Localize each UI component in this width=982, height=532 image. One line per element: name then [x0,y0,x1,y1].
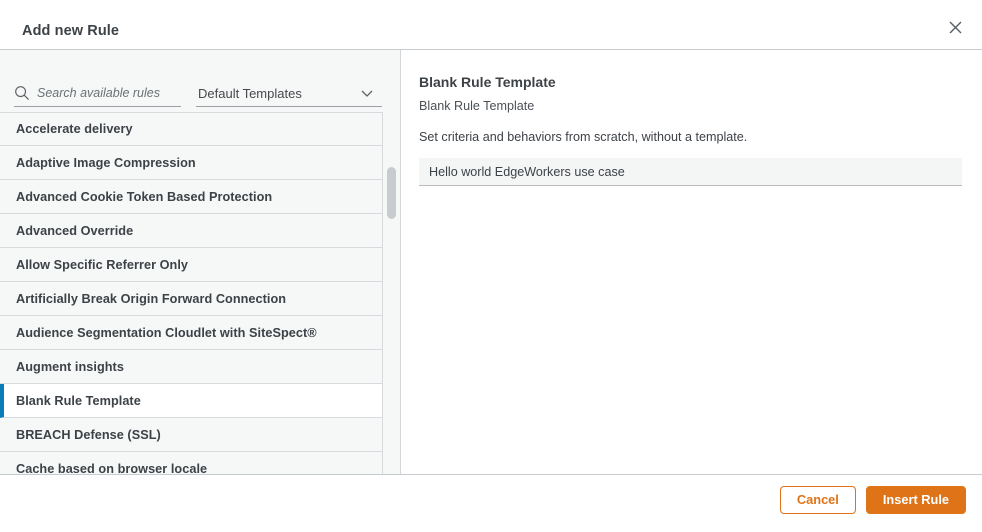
close-button[interactable] [944,16,966,38]
rule-list[interactable]: Accelerate delivery Adaptive Image Compre… [0,112,383,474]
rule-list-item-label: BREACH Defense (SSL) [16,428,161,442]
search-field[interactable] [14,80,181,107]
template-filter-select[interactable]: Default Templates [196,80,382,107]
rule-list-item[interactable]: Cache based on browser locale [0,452,383,474]
rule-detail-title: Blank Rule Template [419,74,556,90]
dialog-header: Add new Rule [0,0,982,50]
rule-list-item[interactable]: Accelerate delivery [0,112,383,146]
rule-browser-panel: Default Templates Accelerate delivery Ada… [0,50,401,474]
rule-list-scrollbar-thumb[interactable] [387,167,396,219]
rule-list-item-label: Advanced Cookie Token Based Protection [16,190,272,204]
chevron-down-icon [360,86,374,100]
dialog-footer: Cancel Insert Rule [0,474,982,532]
rule-list-item-label: Blank Rule Template [16,394,141,408]
rule-list-item-label: Advanced Override [16,224,133,238]
rule-list-item-label: Audience Segmentation Cloudlet with Site… [16,326,317,340]
rule-list-item[interactable]: Artificially Break Origin Forward Connec… [0,282,383,316]
filter-bar: Default Templates [0,50,400,112]
rule-list-item[interactable]: Audience Segmentation Cloudlet with Site… [0,316,383,350]
rule-list-item[interactable]: Blank Rule Template [0,384,383,418]
rule-list-item[interactable]: Augment insights [0,350,383,384]
footer-actions: Cancel Insert Rule [780,486,966,514]
use-case-row[interactable]: Hello world EdgeWorkers use case [419,158,962,186]
rule-list-item-label: Adaptive Image Compression [16,156,196,170]
insert-rule-button[interactable]: Insert Rule [866,486,966,514]
rule-detail-description: Set criteria and behaviors from scratch,… [419,130,747,144]
template-filter-value: Default Templates [196,86,302,101]
rule-list-item-label: Artificially Break Origin Forward Connec… [16,292,286,306]
rule-list-item[interactable]: Advanced Override [0,214,383,248]
rule-list-scrollbar[interactable] [384,112,400,474]
dialog-title: Add new Rule [22,23,119,39]
rule-list-item[interactable]: Adaptive Image Compression [0,146,383,180]
rule-detail-subtitle: Blank Rule Template [419,99,534,113]
rule-list-item[interactable]: Allow Specific Referrer Only [0,248,383,282]
cancel-button[interactable]: Cancel [780,486,856,514]
rule-list-item[interactable]: BREACH Defense (SSL) [0,418,383,452]
add-new-rule-dialog: Add new Rule De [0,0,982,532]
search-icon [14,85,30,101]
rule-list-item-label: Accelerate delivery [16,122,133,136]
close-icon [949,21,962,34]
rule-list-item-label: Allow Specific Referrer Only [16,258,188,272]
rule-detail-panel: Blank Rule Template Blank Rule Template … [401,50,982,474]
search-input[interactable] [37,86,177,100]
rule-list-item-label: Augment insights [16,360,124,374]
rule-list-item[interactable]: Advanced Cookie Token Based Protection [0,180,383,214]
rule-list-item-label: Cache based on browser locale [16,462,207,475]
use-case-label: Hello world EdgeWorkers use case [429,165,625,179]
